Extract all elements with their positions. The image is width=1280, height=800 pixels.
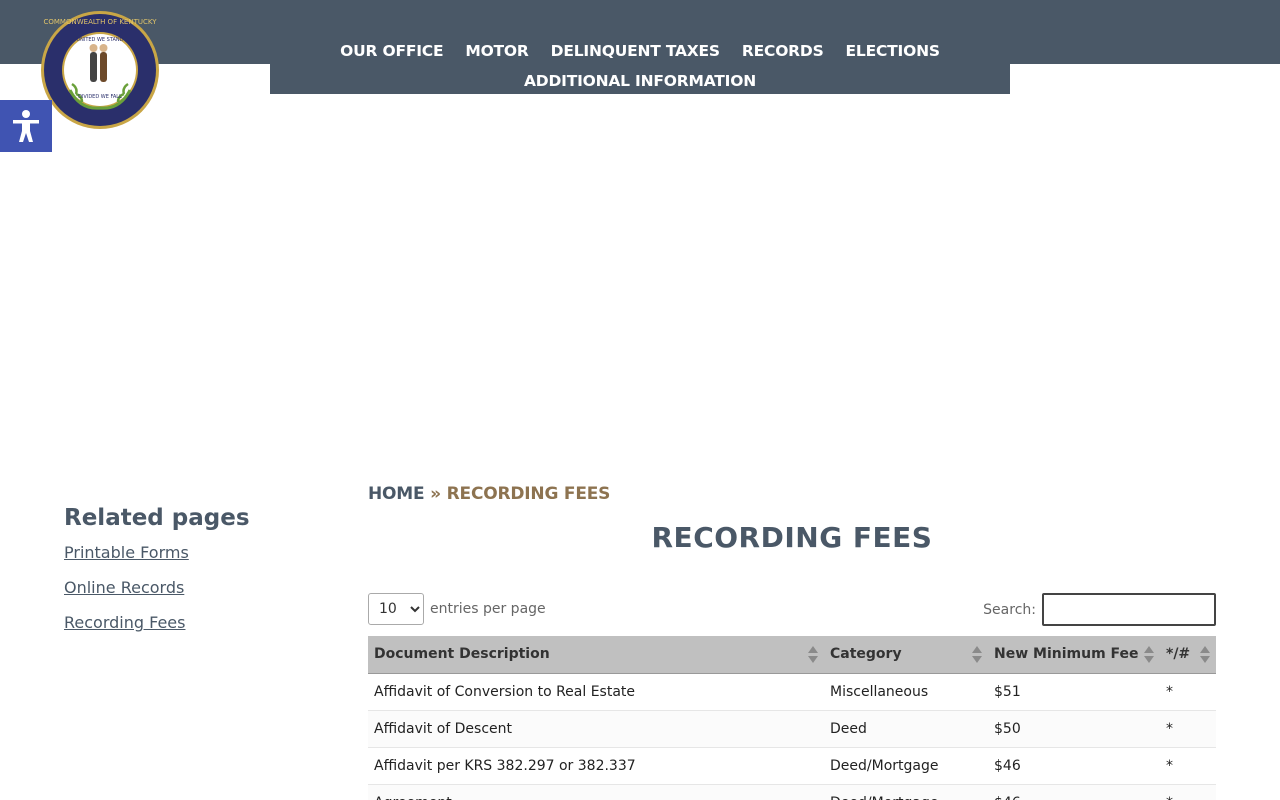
table-row: Agreement Deed/Mortgage $46 * xyxy=(368,784,1216,800)
nav-records[interactable]: RECORDS xyxy=(742,42,824,60)
entries-per-page-select[interactable]: 10 25 50 100 xyxy=(368,593,424,625)
seal-text-top: COMMONWEALTH OF KENTUCKY xyxy=(44,18,158,26)
table-row: Affidavit per KRS 382.297 or 382.337 Dee… xyxy=(368,747,1216,785)
table-header-row: Document Description Category New Minimu… xyxy=(368,636,1216,674)
cell-document-description: Agreement xyxy=(368,784,824,800)
cell-star-hash: * xyxy=(1160,710,1216,748)
entries-per-page-label: entries per page xyxy=(430,601,546,617)
sort-icon xyxy=(1200,646,1210,664)
accessibility-toolbar-button[interactable] xyxy=(0,100,52,152)
sort-icon xyxy=(808,646,818,664)
cell-new-minimum-fee: $50 xyxy=(988,710,1160,748)
column-header-label: New Minimum Fee xyxy=(994,646,1139,663)
sort-icon xyxy=(972,646,982,664)
cell-new-minimum-fee: $51 xyxy=(988,673,1160,711)
column-header-label: Document Description xyxy=(374,646,550,663)
cell-star-hash: * xyxy=(1160,673,1216,711)
column-header-star-hash[interactable]: */# xyxy=(1160,636,1216,674)
column-header-label: */# xyxy=(1166,646,1191,663)
accessibility-icon xyxy=(13,110,39,142)
column-header-document-description[interactable]: Document Description xyxy=(368,636,824,674)
nav-additional-information[interactable]: ADDITIONAL INFORMATION xyxy=(524,72,756,90)
cell-category: Miscellaneous xyxy=(824,673,988,711)
main-nav: OUR OFFICE MOTOR DELINQUENT TAXES RECORD… xyxy=(270,36,1010,96)
related-link-online-records[interactable]: Online Records xyxy=(64,578,304,597)
cell-category: Deed/Mortgage xyxy=(824,784,988,800)
sort-icon xyxy=(1144,646,1154,664)
cell-new-minimum-fee: $46 xyxy=(988,747,1160,785)
column-header-label: Category xyxy=(830,646,902,663)
breadcrumb-current: RECORDING FEES xyxy=(446,484,611,504)
cell-star-hash: * xyxy=(1160,784,1216,800)
seal-text-bottom: DIVIDED WE FALL xyxy=(78,94,122,100)
column-header-new-minimum-fee[interactable]: New Minimum Fee xyxy=(988,636,1160,674)
cell-category: Deed xyxy=(824,710,988,748)
table-row: Affidavit of Conversion to Real Estate M… xyxy=(368,673,1216,711)
cell-new-minimum-fee: $46 xyxy=(988,784,1160,800)
cell-star-hash: * xyxy=(1160,747,1216,785)
cell-document-description: Affidavit per KRS 382.297 or 382.337 xyxy=(368,747,824,785)
column-header-category[interactable]: Category xyxy=(824,636,988,674)
seal-text-inner: UNITED WE STAND xyxy=(76,37,123,43)
breadcrumb-separator: » xyxy=(430,484,441,504)
search-control: Search: xyxy=(983,593,1216,626)
table-controls: 10 25 50 100 entries per page Search: xyxy=(368,593,1216,627)
related-pages-title: Related pages xyxy=(64,505,250,531)
cell-category: Deed/Mortgage xyxy=(824,747,988,785)
cell-document-description: Affidavit of Conversion to Real Estate xyxy=(368,673,824,711)
kentucky-seal-logo[interactable]: COMMONWEALTH OF KENTUCKY UNITED WE STAND… xyxy=(40,10,160,130)
nav-motor[interactable]: MOTOR xyxy=(465,42,528,60)
nav-elections[interactable]: ELECTIONS xyxy=(846,42,940,60)
nav-our-office[interactable]: OUR OFFICE xyxy=(340,42,443,60)
related-link-recording-fees[interactable]: Recording Fees xyxy=(64,613,304,632)
breadcrumb-home[interactable]: HOME xyxy=(368,484,425,504)
page-title: RECORDING FEES xyxy=(651,521,933,554)
cell-document-description: Affidavit of Descent xyxy=(368,710,824,748)
search-input[interactable] xyxy=(1042,593,1216,626)
breadcrumb: HOME » RECORDING FEES xyxy=(368,484,610,504)
search-label: Search: xyxy=(983,601,1036,618)
nav-delinquent-taxes[interactable]: DELINQUENT TAXES xyxy=(551,42,720,60)
table-row: Affidavit of Descent Deed $50 * xyxy=(368,710,1216,748)
recording-fees-table: Document Description Category New Minimu… xyxy=(368,636,1216,800)
related-link-printable-forms[interactable]: Printable Forms xyxy=(64,543,304,562)
entries-control: 10 25 50 100 entries per page xyxy=(368,593,546,625)
related-pages-sidebar: Related pages Printable Forms Online Rec… xyxy=(64,505,304,648)
